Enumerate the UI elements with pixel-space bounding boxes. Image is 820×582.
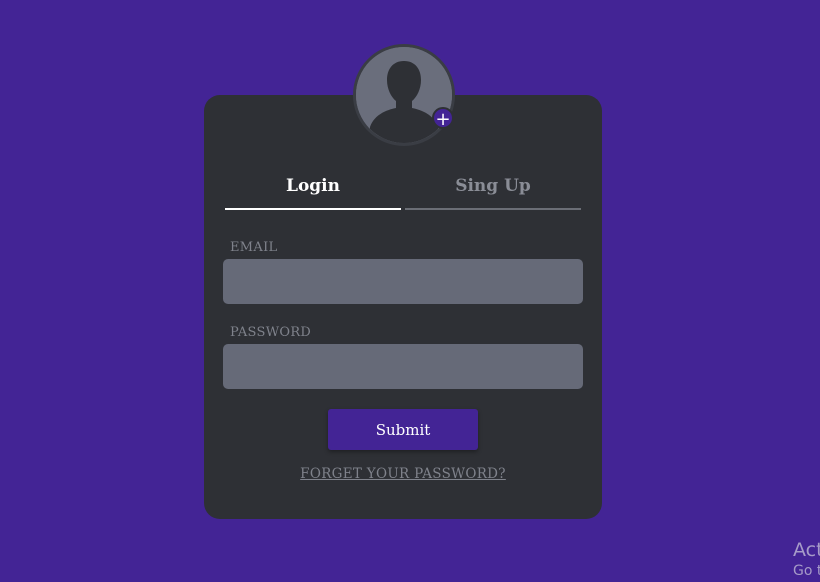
password-label: PASSWORD (230, 325, 312, 340)
watermark-line-2: Go t (793, 563, 820, 579)
watermark-line-1: Act (793, 539, 820, 561)
activation-watermark: Act Go t (793, 539, 820, 579)
login-card (204, 95, 602, 519)
auth-tabs: Login Sing Up (225, 168, 581, 210)
forgot-password-link[interactable]: FORGET YOUR PASSWORD? (204, 466, 602, 482)
submit-button[interactable]: Submit (328, 409, 478, 450)
plus-icon: + (435, 109, 451, 130)
email-label: EMAIL (230, 240, 278, 255)
email-field[interactable] (223, 259, 583, 304)
avatar[interactable] (353, 44, 455, 146)
add-photo-button[interactable]: + (432, 107, 454, 130)
tab-signup[interactable]: Sing Up (405, 168, 581, 210)
tab-login[interactable]: Login (225, 168, 401, 210)
password-field[interactable] (223, 344, 583, 389)
